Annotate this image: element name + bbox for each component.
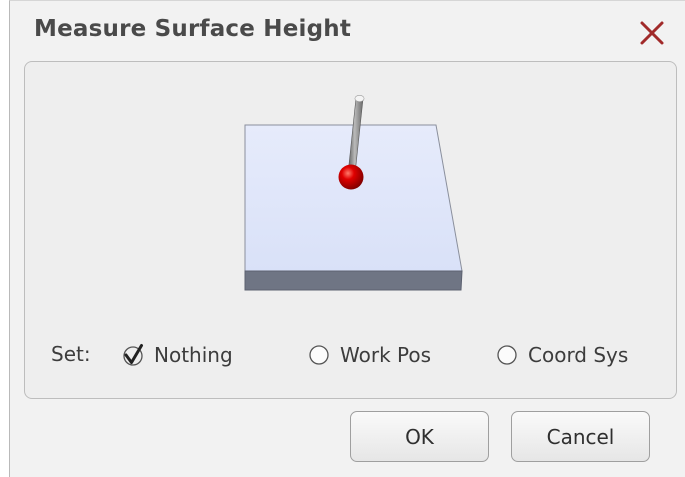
probe-tip-ball — [338, 164, 364, 190]
options-panel: Set: Nothing Work Pos Coord Sys — [24, 61, 677, 399]
option-coord-sys[interactable]: Coord Sys — [495, 341, 628, 369]
close-button[interactable] — [638, 19, 666, 47]
option-work-pos-label: Work Pos — [340, 343, 432, 367]
close-x-icon — [640, 21, 664, 45]
option-nothing-label: Nothing — [154, 343, 233, 367]
ok-button[interactable]: OK — [350, 411, 489, 462]
probe-on-surface-illustration — [244, 94, 463, 291]
surface-side — [244, 270, 463, 291]
option-work-pos[interactable]: Work Pos — [307, 341, 431, 369]
radio-unchecked-icon — [497, 345, 517, 365]
option-nothing[interactable]: Nothing — [121, 341, 233, 369]
option-coord-sys-label: Coord Sys — [528, 343, 629, 367]
cancel-button[interactable]: Cancel — [511, 411, 650, 462]
checkmark-icon — [123, 344, 143, 366]
measure-surface-height-dialog: Measure Surface Height Set: Nothing Work… — [9, 0, 685, 477]
dialog-title: Measure Surface Height — [34, 16, 352, 42]
set-label: Set: — [51, 342, 91, 366]
probe-top-cap — [354, 94, 365, 102]
radio-unchecked-icon — [309, 345, 329, 365]
